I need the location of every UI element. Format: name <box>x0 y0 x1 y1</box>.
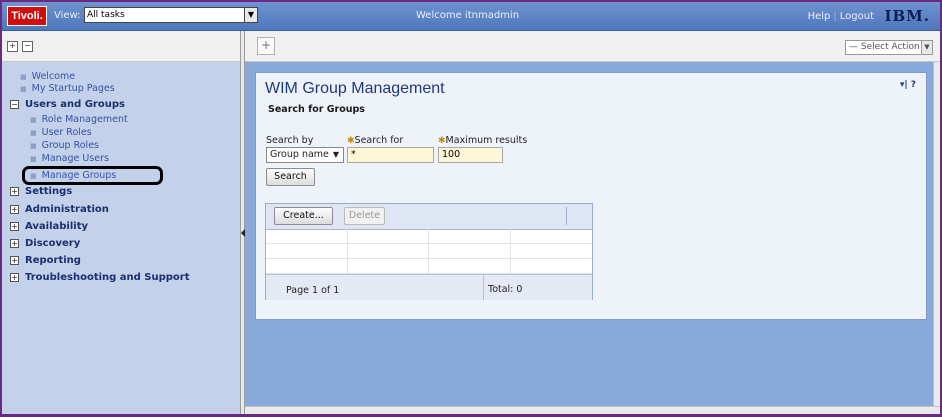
nav-group-discovery[interactable]: + Discovery <box>10 236 80 252</box>
expand-icon[interactable]: + <box>10 255 19 265</box>
nav-group-label: Administration <box>25 204 109 215</box>
highlight-annotation <box>22 166 163 185</box>
expand-icon[interactable]: + <box>10 238 19 248</box>
search-for-input[interactable]: * <box>347 147 434 163</box>
table-row <box>266 229 592 244</box>
groups-table: Create... Delete Page 1 of 1 Total: 0 <box>265 203 593 300</box>
search-for-label-wrap: ✱Search for <box>347 135 403 146</box>
expand-icon[interactable]: + <box>10 221 19 231</box>
section-title: Search for Groups <box>268 104 365 115</box>
nav-group-settings[interactable]: + Settings <box>10 184 72 200</box>
search-by-label: Search by <box>266 135 314 146</box>
top-links: Help | Logout <box>808 11 874 22</box>
toolbar-divider <box>566 207 567 225</box>
expand-all-icon[interactable]: + <box>7 41 18 52</box>
table-column-divider <box>510 229 511 273</box>
max-results-label-wrap: ✱Maximum results <box>438 135 527 146</box>
nav-group-label: Availability <box>25 221 88 232</box>
nav-toolbar: + − <box>2 31 240 62</box>
nav-item-label: Manage Users <box>41 153 109 164</box>
tivoli-logo: Tivoli. <box>7 6 47 26</box>
view-select[interactable]: All tasks ▼ <box>84 7 258 23</box>
nav-group-availability[interactable]: + Availability <box>10 219 88 235</box>
table-column-divider <box>347 229 348 273</box>
required-icon: ✱ <box>438 136 446 146</box>
bullet-icon: ■ <box>20 85 27 93</box>
nav-group-label: Reporting <box>25 255 81 266</box>
nav-group-label: Discovery <box>25 238 81 249</box>
navigation-panel: ■ Welcome ■ My Startup Pages − Users and Gr… <box>2 62 240 414</box>
bullet-icon: ■ <box>30 142 37 150</box>
chevron-down-icon[interactable]: ▼ <box>244 7 258 23</box>
nav-group-users-and-groups[interactable]: − Users and Groups <box>10 97 125 113</box>
total-info: Total: 0 <box>488 284 523 295</box>
chevron-down-icon: ▼ <box>332 150 339 159</box>
help-link[interactable]: Help <box>808 11 831 22</box>
search-by-value: Group name <box>270 149 329 160</box>
collapse-icon[interactable]: − <box>10 99 19 109</box>
select-action-dropdown[interactable]: — Select Action — ▼ <box>845 40 933 55</box>
search-by-select[interactable]: Group name ▼ <box>266 147 344 163</box>
work-toolbar: + — Select Action — ▼ <box>245 31 940 62</box>
bullet-icon: ■ <box>30 129 37 137</box>
collapse-all-icon[interactable]: − <box>22 41 33 52</box>
table-toolbar: Create... Delete <box>266 204 592 230</box>
search-for-label: Search for <box>354 135 404 146</box>
table-row <box>266 244 592 259</box>
nav-group-label: Users and Groups <box>25 99 125 110</box>
portlet-menu-help-icons[interactable]: ▾| ? <box>900 80 916 90</box>
nav-group-troubleshooting-and-support[interactable]: + Troubleshooting and Support <box>10 270 190 286</box>
nav-group-administration[interactable]: + Administration <box>10 202 109 218</box>
view-select-value: All tasks <box>87 10 125 20</box>
page-info: Page 1 of 1 <box>286 285 340 296</box>
table-footer: Page 1 of 1 Total: 0 <box>266 274 592 300</box>
portlet-title: WIM Group Management <box>265 80 445 97</box>
nav-group-label: Troubleshooting and Support <box>25 272 190 283</box>
nav-item-manage-users[interactable]: ■ Manage Users <box>30 151 266 167</box>
required-icon: ✱ <box>347 136 355 146</box>
nav-item-my-startup-pages[interactable]: ■ My Startup Pages <box>20 81 256 97</box>
logout-link[interactable]: Logout <box>840 11 874 22</box>
nav-item-label: Role Management <box>41 114 128 125</box>
nav-group-label: Settings <box>25 186 73 197</box>
footer-divider <box>483 275 484 300</box>
welcome-text: Welcome itnmadmin <box>416 10 520 21</box>
create-button[interactable]: Create... <box>274 207 333 225</box>
top-banner: Tivoli. View: All tasks ▼ Welcome itnmad… <box>2 2 940 31</box>
new-tab-button[interactable]: + <box>257 37 275 55</box>
expand-icon[interactable]: + <box>10 186 19 196</box>
max-results-input[interactable]: 100 <box>438 147 503 163</box>
delete-button: Delete <box>344 207 385 225</box>
max-results-label: Maximum results <box>445 135 528 146</box>
bullet-icon: ■ <box>30 116 37 124</box>
nav-item-label: My Startup Pages <box>31 83 115 94</box>
nav-group-reporting[interactable]: + Reporting <box>10 253 81 269</box>
table-column-divider <box>428 229 429 273</box>
select-action-value: — Select Action — <box>849 42 932 52</box>
table-row <box>266 259 592 274</box>
horizontal-scrollbar[interactable] <box>245 406 940 414</box>
wim-group-management-portlet: WIM Group Management ▾| ? Search for Gro… <box>255 72 927 320</box>
expand-icon[interactable]: + <box>10 204 19 214</box>
browser-frame: Tivoli. View: All tasks ▼ Welcome itnmad… <box>2 2 940 414</box>
nav-item-label: User Roles <box>41 127 92 138</box>
link-separator: | <box>833 11 837 22</box>
vertical-scrollbar[interactable] <box>933 62 940 406</box>
search-button[interactable]: Search <box>266 168 315 186</box>
nav-item-label: Group Roles <box>41 140 99 151</box>
chevron-down-icon[interactable]: ▼ <box>921 40 933 55</box>
bullet-icon: ■ <box>20 73 27 81</box>
view-label: View: <box>54 10 81 21</box>
expand-icon[interactable]: + <box>10 272 19 282</box>
ibm-logo: IBM. <box>884 7 930 25</box>
bullet-icon: ■ <box>30 155 37 163</box>
